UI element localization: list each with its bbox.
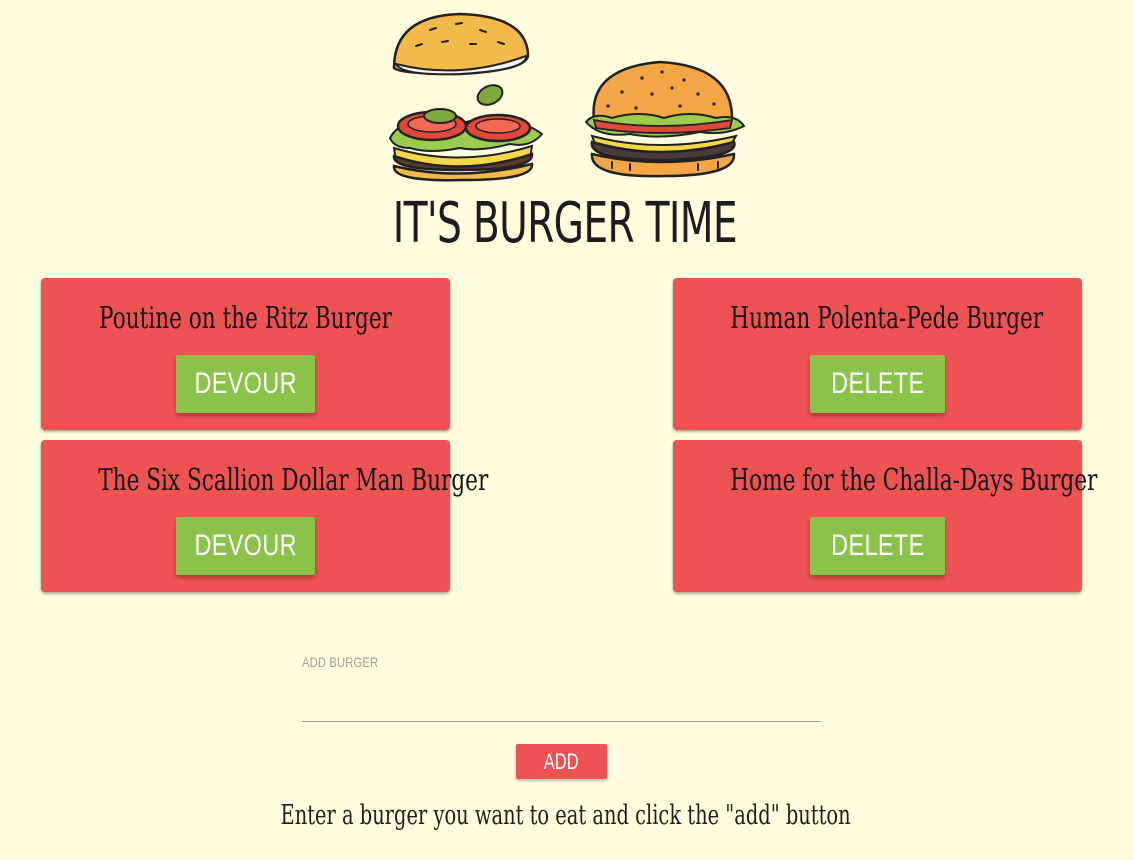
add-burger-label: ADD BURGER [302,654,379,670]
burger-name: Human Polenta-Pede Burger [730,301,1044,336]
page-title: IT'S BURGER TIME [392,191,738,256]
burger-card-devoured: Human Polenta-Pede Burger DELETE [673,278,1082,430]
burger-card-uneaten: Poutine on the Ritz Burger DEVOUR [41,278,450,430]
open-burger-icon [388,12,544,182]
add-button[interactable]: ADD [516,744,607,779]
burger-name: Poutine on the Ritz Burger [99,301,392,336]
burger-card-devoured: Home for the Challa-Days Burger DELETE [673,440,1098,592]
closed-burger-icon [584,60,746,178]
burger-illustration-icon [388,12,746,182]
delete-button-label: DELETE [830,367,925,400]
add-burger-input[interactable] [302,680,821,722]
add-button-label: ADD [544,748,579,774]
delete-button-label: DELETE [830,529,925,562]
burger-name: The Six Scallion Dollar Man Burger [98,463,489,498]
delete-button[interactable]: DELETE [810,355,945,413]
burger-name: Home for the Challa-Days Burger [730,463,1098,498]
delete-button[interactable]: DELETE [810,517,945,575]
devour-button-label: DEVOUR [194,367,297,400]
devour-button[interactable]: DEVOUR [176,517,315,575]
devour-button[interactable]: DEVOUR [176,355,315,413]
helper-text: Enter a burger you want to eat and click… [280,800,851,831]
burger-card-uneaten: The Six Scallion Dollar Man Burger DEVOU… [41,440,489,592]
devour-button-label: DEVOUR [194,529,297,562]
